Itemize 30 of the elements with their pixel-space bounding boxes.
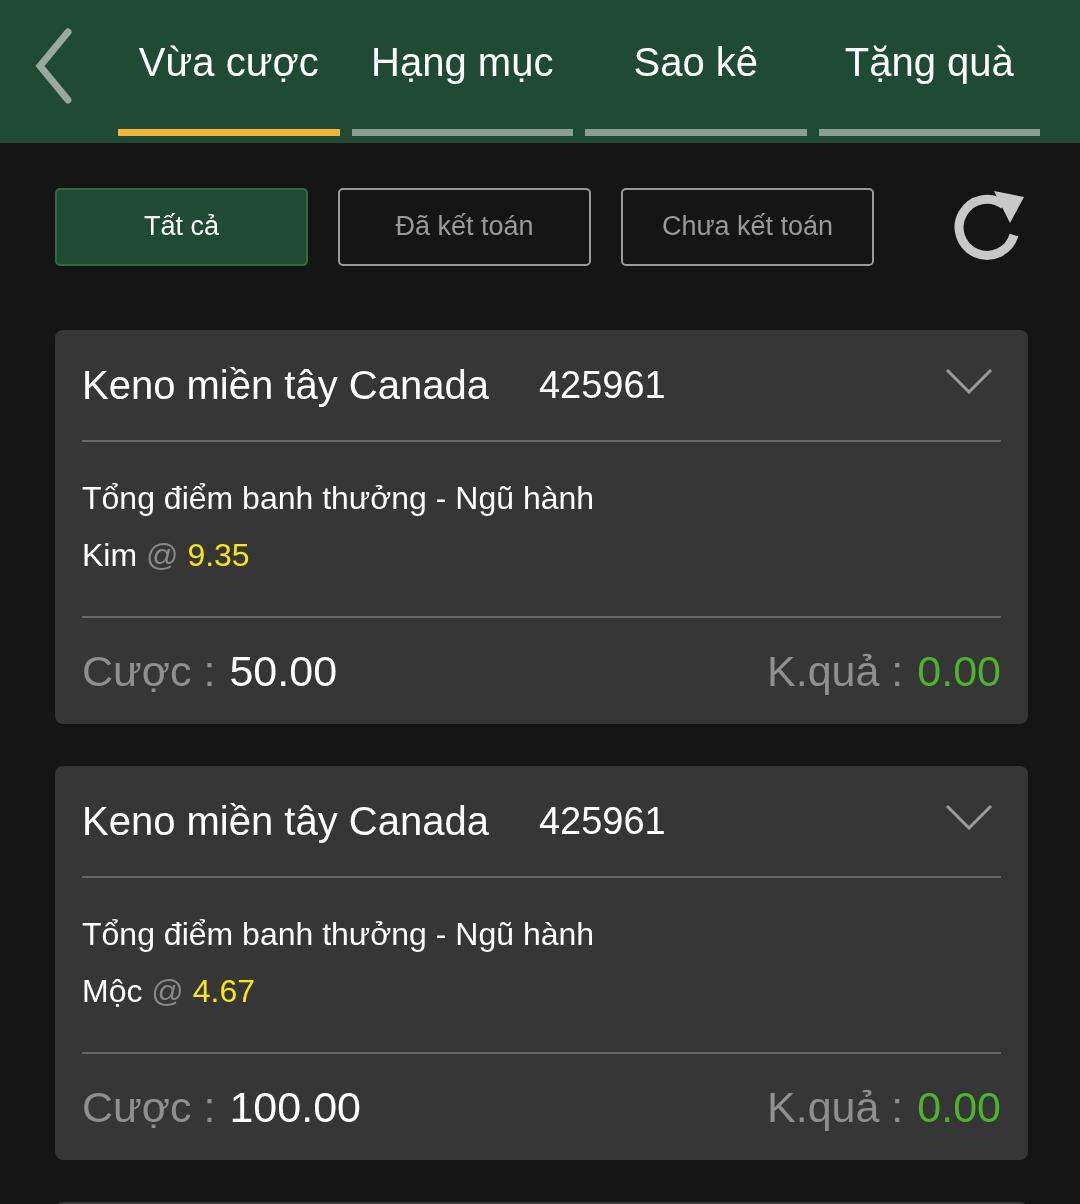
filter-button[interactable]: Tất cả (55, 187, 308, 266)
draw-number: 425961 (538, 363, 666, 407)
filter-button[interactable]: Đã kết toán (338, 187, 591, 266)
back-icon[interactable] (34, 27, 74, 104)
tab[interactable]: Vừa cược (118, 0, 340, 143)
game-title: Keno miền tây Canada (82, 362, 489, 408)
stake-amount: 100.00 (229, 1082, 361, 1132)
stake-amount: 50.00 (229, 646, 338, 696)
chevron-down-icon[interactable] (945, 804, 993, 830)
odds-value: 4.67 (192, 973, 255, 1009)
filter-button[interactable]: Chưa kết toán (621, 187, 874, 266)
tab[interactable]: Tặng quà (818, 0, 1040, 143)
market-name: Tổng điểm banh thưởng - Ngũ hành (82, 916, 596, 953)
result-label: K.quả : (767, 1082, 904, 1132)
game-title: Keno miền tây Canada (82, 798, 489, 844)
tab[interactable]: Hạng mục (351, 0, 573, 143)
market-name: Tổng điểm banh thưởng - Ngũ hành (82, 480, 596, 517)
result-amount: 0.00 (917, 1082, 1001, 1132)
selection-name: Mộc (82, 973, 143, 1009)
result-amount: 0.00 (917, 646, 1001, 696)
odds-value: 9.35 (187, 537, 250, 573)
selection-name: Kim (82, 537, 138, 573)
result-label: K.quả : (767, 646, 904, 696)
chevron-down-icon[interactable] (945, 368, 993, 394)
draw-number: 425961 (538, 799, 666, 843)
stake-label: Cược : (82, 646, 216, 696)
stake-label: Cược : (82, 1082, 216, 1132)
at-sign: @ (146, 537, 179, 573)
at-sign: @ (151, 973, 184, 1009)
tab[interactable]: Sao kê (585, 0, 807, 143)
